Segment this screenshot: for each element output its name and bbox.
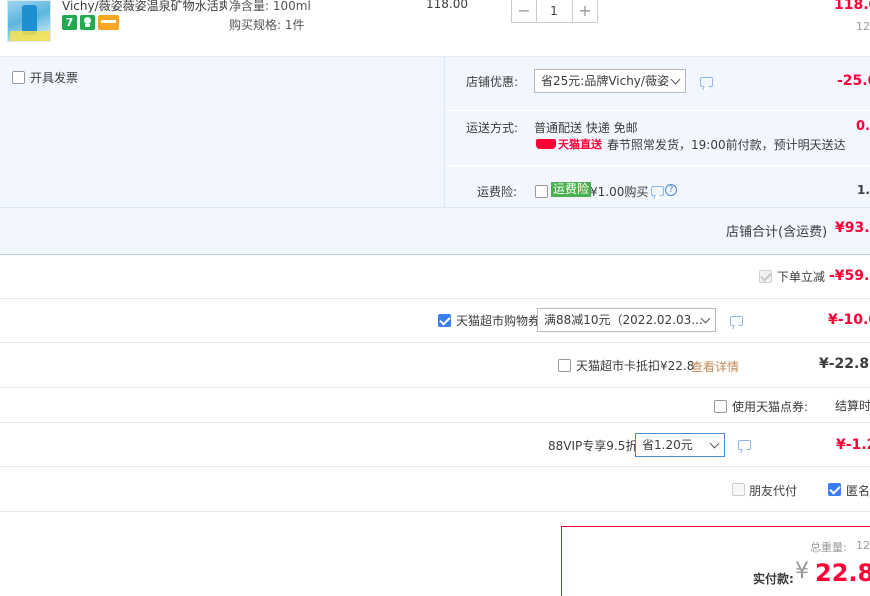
insurance-checkbox[interactable]: [535, 185, 548, 198]
vip-select[interactable]: 省1.20元: [635, 433, 725, 457]
anonymous-label: 匿名购: [846, 484, 870, 498]
message-icon[interactable]: [738, 440, 751, 450]
divider: [445, 110, 870, 111]
invoice-label: 开具发票: [30, 71, 79, 85]
market-card-value: ¥-22.8: [819, 356, 870, 372]
divider: [0, 342, 870, 343]
insurance-label: 运费险:: [477, 185, 518, 199]
weight-label: 总重量:: [810, 541, 847, 554]
coupon-label: 天猫超市购物券: [456, 314, 541, 328]
quantity-plus-button[interactable]: +: [572, 0, 598, 23]
coupon-checkbox[interactable]: [438, 314, 451, 327]
divider: [0, 387, 870, 388]
summary-box: 总重量: 122 实付款: ¥ 22.80: [561, 526, 870, 596]
divider: [0, 298, 870, 299]
shop-discount-label: 店铺优惠:: [466, 75, 519, 89]
instant-discount-checkbox[interactable]: [759, 270, 772, 283]
insurance-value: 1.0: [857, 183, 870, 197]
shop-discount-value: -25.0: [837, 73, 870, 89]
divider: [0, 466, 870, 467]
coupon-select[interactable]: 满88减10元（2022.02.03...: [537, 308, 716, 332]
divider: [0, 254, 870, 255]
badge-bulb-icon: [80, 15, 95, 30]
quantity-input[interactable]: 1: [536, 0, 572, 23]
coupon-value: ¥-10.0: [828, 312, 870, 328]
pay-currency: ¥: [795, 559, 809, 584]
market-card-details-link[interactable]: 查看详情: [691, 358, 739, 375]
coupon-option: 满88减10元（2022.02.03...: [544, 313, 703, 327]
pay-value: 22.80: [815, 559, 870, 587]
shop-total-label: 店铺合计(含运费): [726, 225, 828, 240]
tmall-points-note: 结算时抵: [835, 399, 870, 413]
divider: [0, 511, 870, 512]
unit-price: 118.00: [426, 0, 468, 11]
friend-pay-label: 朋友代付: [749, 484, 798, 498]
shop-discount-select[interactable]: 省25元:品牌Vichy/薇姿: [534, 69, 686, 93]
chevron-down-icon: [670, 74, 681, 85]
divider: [445, 165, 870, 166]
instant-discount-value: -¥59.0: [829, 268, 870, 284]
anonymous-checkbox[interactable]: [828, 483, 841, 496]
tmall-points-label: 使用天猫点券:: [732, 400, 809, 414]
shipping-label: 运送方式:: [466, 121, 519, 135]
invoice-checkbox[interactable]: [12, 71, 25, 84]
vip-option: 省1.20元: [642, 438, 693, 452]
message-icon[interactable]: [730, 316, 743, 326]
instant-discount-label: 下单立减: [777, 270, 826, 284]
divider: [0, 422, 870, 423]
shop-total-value: ¥93.0: [835, 220, 870, 236]
item-total-price: 118.0: [834, 0, 870, 13]
tmall-direct-label: 天猫直送: [558, 138, 602, 151]
chevron-down-icon: [709, 438, 720, 449]
product-thumbnail[interactable]: [7, 0, 51, 42]
shipping-text: 普通配送 快递 免邮: [534, 121, 638, 135]
shop-panel: 开具发票 店铺优惠: 省25元:品牌Vichy/薇姿 -25.0 运送方式: 普…: [0, 57, 870, 254]
shop-discount-option: 省25元:品牌Vichy/薇姿: [541, 74, 669, 88]
market-card-checkbox[interactable]: [558, 359, 571, 372]
shipping-value: 0.0: [856, 119, 870, 134]
divider: [0, 207, 870, 208]
item-sub-count: 12: [856, 20, 870, 33]
insurance-price: ¥1.00购买: [590, 185, 649, 199]
pay-label: 实付款:: [753, 572, 794, 586]
product-spec: 净含量: 100ml: [229, 0, 311, 13]
tmall-cat-icon: [536, 139, 556, 149]
weight-value: 122: [856, 539, 870, 552]
vip-value: ¥-1.2: [836, 437, 870, 453]
badge-seven-day: 7: [62, 15, 77, 30]
help-icon[interactable]: ?: [665, 184, 677, 196]
message-icon[interactable]: [651, 186, 664, 196]
market-card-label: 天猫超市卡抵扣¥22.8: [576, 359, 695, 373]
message-icon[interactable]: [700, 77, 713, 87]
card-pay-icon: [98, 15, 119, 30]
product-name[interactable]: Vichy/薇姿薇姿温泉矿物水活爽...: [62, 0, 227, 14]
tmall-points-checkbox[interactable]: [714, 400, 727, 413]
quantity-minus-button[interactable]: −: [511, 0, 537, 23]
vip-label: 88VIP专享9.5折: [548, 439, 638, 453]
shipping-note: 春节照常发货，19:00前付款，预计明天送达: [607, 138, 846, 152]
product-buy-spec: 购买规格: 1件: [229, 18, 305, 32]
insurance-tag: 运费险: [551, 182, 592, 197]
friend-pay-checkbox[interactable]: [732, 483, 745, 496]
product-row: Vichy/薇姿薇姿温泉矿物水活爽... 7 净含量: 100ml 购买规格: …: [0, 0, 870, 56]
